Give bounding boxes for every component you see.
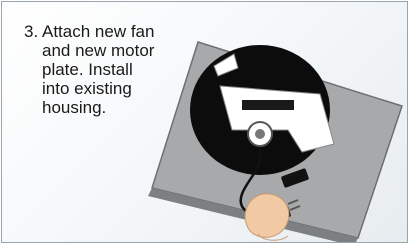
step-text: Attach new fan and new motor plate. Inst…	[42, 22, 155, 117]
step-number: 3.	[24, 22, 39, 41]
motor-hub	[255, 129, 265, 139]
instruction-text: 3. Attach new fan and new motor plate. I…	[24, 22, 184, 117]
motor-slot	[242, 100, 294, 110]
illustration-panel: 3. Attach new fan and new motor plate. I…	[1, 1, 408, 243]
hand	[244, 193, 290, 238]
